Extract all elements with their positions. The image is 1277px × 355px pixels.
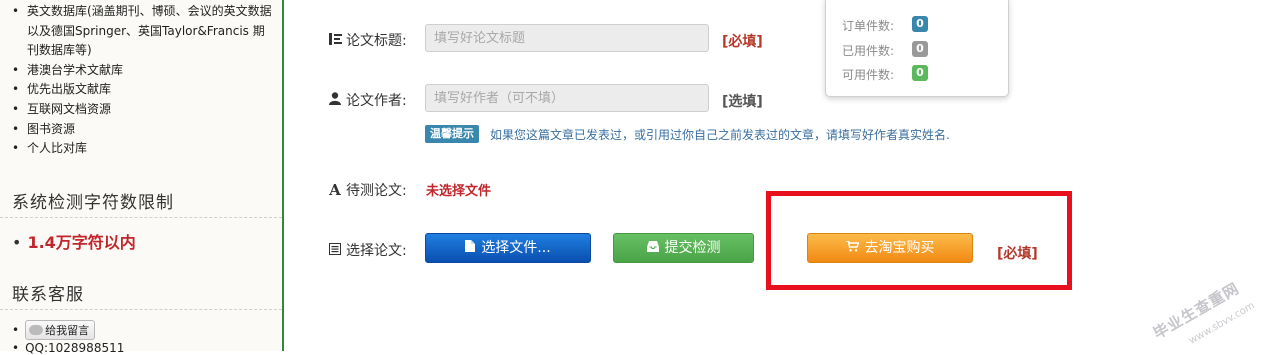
author-label-text: 论文作者: xyxy=(346,93,407,109)
author-optional-tag: [选填] xyxy=(722,94,763,110)
tip-badge: 温馨提示 xyxy=(425,125,479,143)
bullet: • xyxy=(12,233,22,252)
author-label: 论文作者: xyxy=(327,90,407,110)
bullet: • xyxy=(12,322,20,337)
no-file-selected: 未选择文件 xyxy=(426,184,492,199)
available-count-badge: 0 xyxy=(912,65,928,81)
qq-number: QQ:1028988511 xyxy=(25,341,125,355)
used-count-badge: 0 xyxy=(912,41,928,57)
user-icon xyxy=(327,92,343,109)
submit-check-label: 提交检测 xyxy=(664,240,721,256)
author-input[interactable] xyxy=(425,84,709,112)
title-label-text: 论文标题: xyxy=(346,33,407,49)
pending-label: A 待测论文: xyxy=(327,180,407,200)
file-list-icon xyxy=(327,243,343,259)
qq-contact: • QQ:1028988511 xyxy=(12,341,124,355)
leave-message-button[interactable]: 给我留言 xyxy=(25,320,96,340)
left-sidebar: 英文数据库(涵盖期刊、博硕、会议的英文数据以及德国Springer、英国Tayl… xyxy=(0,0,284,355)
database-list: 英文数据库(涵盖期刊、博硕、会议的英文数据以及德国Springer、英国Tayl… xyxy=(11,2,276,159)
file-icon xyxy=(465,235,476,263)
choose-file-button[interactable]: 选择文件... xyxy=(425,233,591,263)
list-item: 互联网文档资源 xyxy=(11,100,276,120)
select-label: 选择论文: xyxy=(327,240,407,260)
char-limit-value: • 1.4万字符以内 xyxy=(12,229,136,253)
tip-text: 如果您这篇文章已发表过，或引用过你自己之前发表过的文章，请填写好作者真实姓名. xyxy=(490,128,950,142)
divider xyxy=(0,217,282,218)
available-count-label: 可用件数: xyxy=(842,68,895,82)
list-item: 英文数据库(涵盖期刊、博硕、会议的英文数据以及德国Springer、英国Tayl… xyxy=(11,2,276,61)
list-item: 港澳台学术文献库 xyxy=(11,61,276,81)
char-limit-text: 1.4万字符以内 xyxy=(27,233,136,252)
char-limit-title: 系统检测字符数限制 xyxy=(12,193,174,213)
list-item: 个人比对库 xyxy=(11,139,276,159)
title-label: 论文标题: xyxy=(327,30,407,50)
select-label-text: 选择论文: xyxy=(346,243,407,259)
choose-file-label: 选择文件... xyxy=(481,240,551,256)
used-count-row: 已用件数: 0 xyxy=(842,41,928,59)
bullet: • xyxy=(12,341,20,355)
divider xyxy=(0,309,282,310)
order-stats-popup: 订单件数: 0 已用件数: 0 可用件数: 0 xyxy=(825,0,1009,97)
highlight-box xyxy=(766,191,1072,290)
leave-message-label: 给我留言 xyxy=(45,324,90,337)
contact-title: 联系客服 xyxy=(12,285,84,305)
list-item: 图书资源 xyxy=(11,120,276,140)
title-required-tag: [必填] xyxy=(722,34,763,50)
order-count-label: 订单件数: xyxy=(842,19,895,33)
font-icon: A xyxy=(329,181,341,199)
list-item: 优先出版文献库 xyxy=(11,80,276,100)
title-input[interactable] xyxy=(425,24,709,52)
pending-label-text: 待测论文: xyxy=(346,183,407,199)
chat-bubble-icon xyxy=(29,325,44,335)
inbox-icon xyxy=(646,235,659,263)
list-icon xyxy=(327,33,343,49)
used-count-label: 已用件数: xyxy=(842,44,895,58)
submit-check-button[interactable]: 提交检测 xyxy=(613,233,754,263)
order-count-row: 订单件数: 0 xyxy=(842,16,928,34)
available-count-row: 可用件数: 0 xyxy=(842,65,928,83)
message-row: • 给我留言 xyxy=(12,320,96,340)
order-count-badge: 0 xyxy=(912,16,928,32)
